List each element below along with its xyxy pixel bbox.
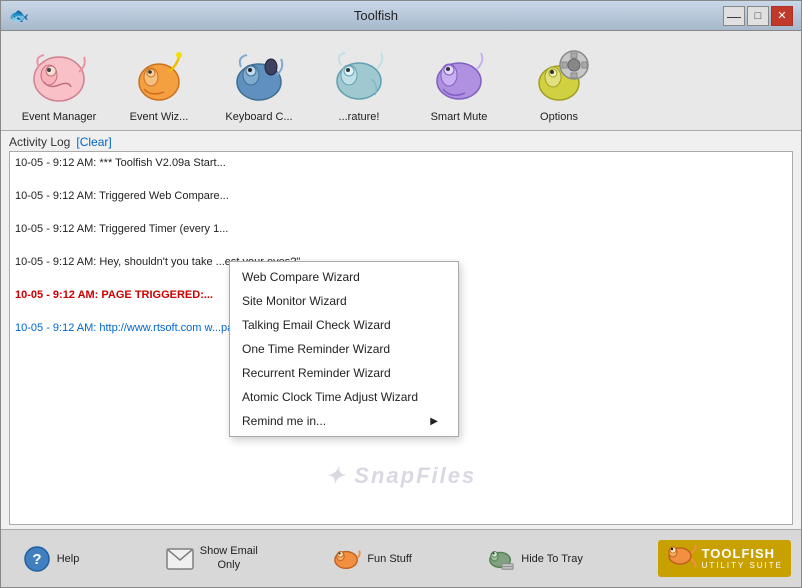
show-email-label: Show EmailOnly [200, 545, 258, 571]
help-label: Help [57, 553, 80, 565]
help-icon: ? [23, 545, 51, 573]
minimize-button[interactable]: — [723, 6, 745, 26]
activity-clear-link[interactable]: [Clear] [76, 135, 111, 149]
keyboard-icon [228, 47, 290, 109]
activity-section: Activity Log [Clear] 10-05 - 9:12 AM: **… [1, 131, 801, 529]
hide-to-tray-inner: Hide To Tray [487, 545, 583, 573]
toolbar-item-keyboard[interactable]: Keyboard C... [209, 47, 309, 130]
bottom-item-help[interactable]: ? Help [11, 545, 91, 573]
fun-stuff-label: Fun Stuff [367, 553, 411, 565]
fun-stuff-icon [333, 545, 361, 573]
logo-text-block: TOOLFISH UTILITY SUITE [702, 547, 783, 570]
log-entry-3: 10-05 - 9:12 AM: Hey, shouldn't you take… [15, 254, 787, 271]
options-icon [528, 47, 590, 109]
screen-label: ...rature! [339, 111, 380, 124]
bottom-bar: ? Help Show EmailOnly [1, 529, 801, 587]
event-wizard-label: Event Wiz... [130, 111, 189, 124]
title-bar: 🐟 Toolfish — □ ✕ [1, 1, 801, 31]
fun-stuff-inner: Fun Stuff [333, 545, 411, 573]
toolbar-item-smart-mute[interactable]: Smart Mute [409, 47, 509, 130]
toolfish-logo[interactable]: TOOLFISH UTILITY SUITE [658, 540, 791, 577]
logo-box: TOOLFISH UTILITY SUITE [658, 540, 791, 577]
hide-to-tray-icon [487, 545, 515, 573]
event-manager-icon [28, 47, 90, 109]
bottom-item-fun-stuff[interactable]: Fun Stuff [333, 545, 413, 573]
main-content: Activity Log [Clear] 10-05 - 9:12 AM: **… [1, 131, 801, 529]
toolbar-item-screen[interactable]: ...rature! [309, 47, 409, 130]
logo-sub-text: UTILITY SUITE [702, 561, 783, 570]
show-email-inner: Show EmailOnly [166, 545, 258, 573]
hide-to-tray-label: Hide To Tray [521, 553, 583, 565]
help-inner: ? Help [23, 545, 80, 573]
main-window: 🐟 Toolfish — □ ✕ Event Manager [0, 0, 802, 588]
toolbar-item-event-wizard[interactable]: Event Wiz... [109, 47, 209, 130]
bottom-item-hide-to-tray[interactable]: Hide To Tray [487, 545, 583, 573]
logo-main-text: TOOLFISH [702, 547, 783, 560]
toolbar: Event Manager Event Wiz... [1, 31, 801, 131]
event-manager-label: Event Manager [22, 111, 97, 124]
bottom-item-show-email[interactable]: Show EmailOnly [166, 545, 258, 573]
log-entry-5[interactable]: 10-05 - 9:12 AM: http://www.rtsoft.com w… [15, 320, 787, 337]
options-label: Options [540, 111, 578, 124]
toolbar-item-event-manager[interactable]: Event Manager [9, 47, 109, 130]
event-wizard-icon [128, 47, 190, 109]
title-bar-icon: 🐟 [9, 6, 29, 26]
smart-mute-icon [428, 47, 490, 109]
logo-fish-icon [666, 543, 698, 574]
activity-log[interactable]: 10-05 - 9:12 AM: *** Toolfish V2.09a Sta… [9, 151, 793, 525]
close-button[interactable]: ✕ [771, 6, 793, 26]
smart-mute-label: Smart Mute [431, 111, 488, 124]
window-title: Toolfish [29, 8, 723, 23]
log-entry-2: 10-05 - 9:12 AM: Triggered Timer (every … [15, 221, 787, 238]
svg-text:?: ? [32, 551, 41, 568]
toolbar-item-options[interactable]: Options [509, 47, 609, 130]
log-entry-4: 10-05 - 9:12 AM: PAGE TRIGGERED:... [15, 287, 787, 304]
screen-icon [328, 47, 390, 109]
log-entry-1: 10-05 - 9:12 AM: Triggered Web Compare..… [15, 188, 787, 205]
keyboard-label: Keyboard C... [225, 111, 292, 124]
maximize-button[interactable]: □ [747, 6, 769, 26]
activity-log-label: Activity Log [9, 135, 70, 149]
activity-header: Activity Log [Clear] [9, 135, 793, 149]
show-email-icon [166, 545, 194, 573]
title-bar-controls: — □ ✕ [723, 6, 793, 26]
log-entry-0: 10-05 - 9:12 AM: *** Toolfish V2.09a Sta… [15, 155, 787, 172]
